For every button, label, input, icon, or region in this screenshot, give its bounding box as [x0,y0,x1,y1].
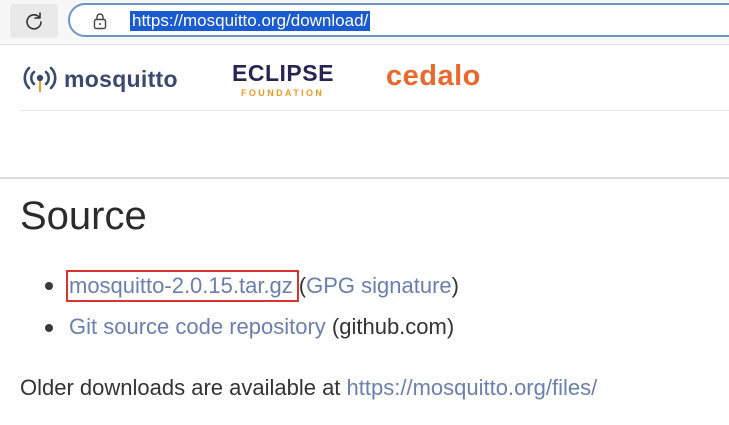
mosquitto-radio-icon [23,66,57,92]
mosquitto-logo-text: mosquitto [64,65,178,92]
header-divider [20,110,729,111]
git-repository-link[interactable]: Git source code repository [69,314,326,339]
bullet [45,324,53,332]
page-title: Source [20,194,147,238]
gpg-signature-link[interactable]: GPG signature [306,273,452,298]
bullet [45,282,53,290]
list-item-content: mosquitto-2.0.15.tar.gz (GPG signature) [66,270,459,302]
older-downloads-text: Older downloads are available at https:/… [20,373,597,403]
github-suffix: (github.com) [331,314,455,339]
eclipse-foundation-logo[interactable]: ECLIPSE FOUNDATION [232,58,352,98]
cedalo-logo[interactable]: cedalo [386,60,481,93]
url-text[interactable]: https://mosquitto.org/download/ [130,11,371,31]
browser-toolbar: https://mosquitto.org/download/ [0,0,729,45]
eclipse-foundation-text: FOUNDATION [241,88,325,98]
older-downloads-prefix: Older downloads are available at [20,375,341,400]
highlight-box: mosquitto-2.0.15.tar.gz [66,270,299,302]
site-header: mosquitto ECLIPSE FOUNDATION cedalo [0,44,729,110]
tarball-download-link[interactable]: mosquitto-2.0.15.tar.gz [69,273,293,298]
reload-icon [26,12,42,30]
mosquitto-logo[interactable]: mosquitto [20,62,178,96]
list-item-content: Git source code repository (github.com) [69,312,454,342]
eclipse-logo-text: ECLIPSE [232,60,334,86]
older-downloads-link[interactable]: https://mosquitto.org/files/ [347,375,598,400]
section-divider [0,177,729,179]
reload-button[interactable] [10,4,58,38]
lock-icon[interactable] [92,12,108,30]
close-paren: ) [451,273,459,298]
address-bar[interactable]: https://mosquitto.org/download/ [68,3,729,37]
